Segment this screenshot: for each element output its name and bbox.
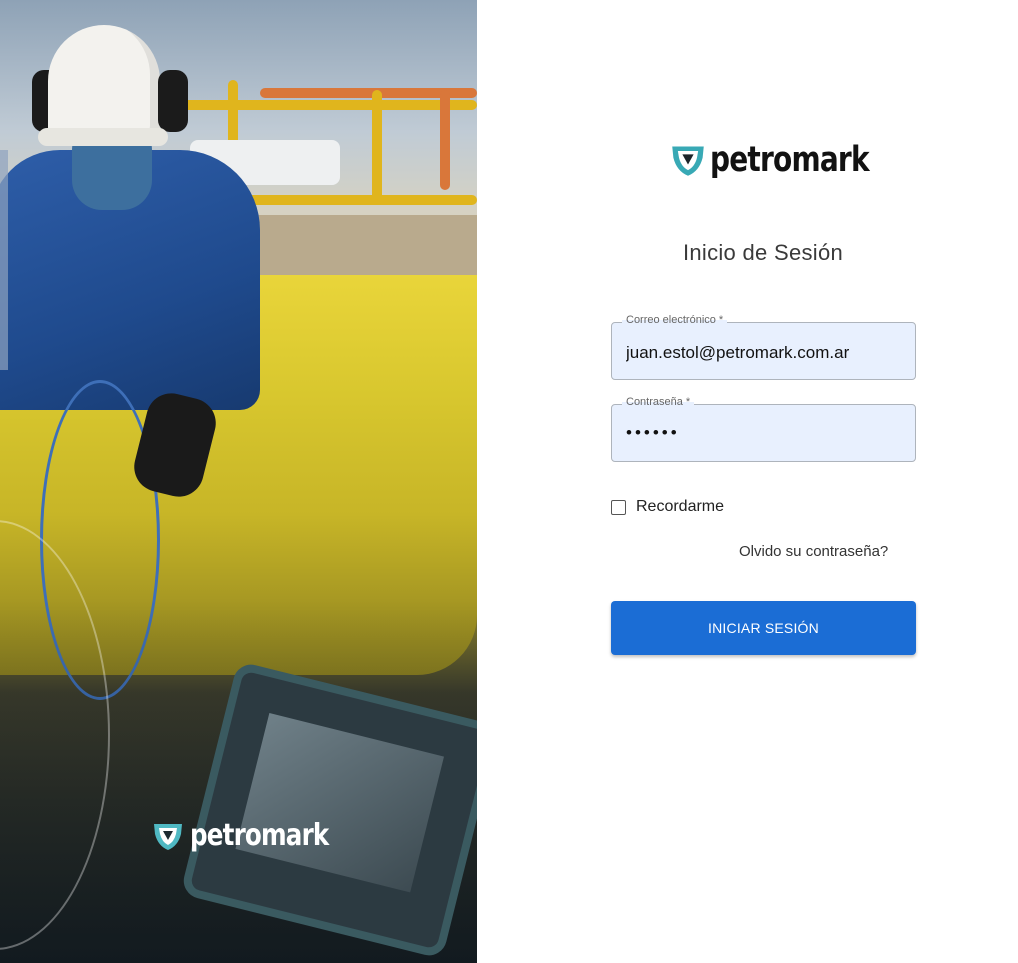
hero-earmuff <box>158 70 188 132</box>
login-panel: petromark Inicio de Sesión Correo electr… <box>477 0 1018 963</box>
hero-pipe <box>230 195 477 205</box>
password-input[interactable]: •••••• <box>626 423 906 443</box>
password-field[interactable]: Contraseña * •••••• <box>611 396 916 462</box>
hero-helmet-brim <box>38 128 168 146</box>
forgot-password-link[interactable]: Olvido su contraseña? <box>739 543 888 560</box>
hero-pipe <box>180 100 477 110</box>
hero-pipe <box>372 90 382 200</box>
email-field[interactable]: Correo electrónico * <box>611 314 916 380</box>
remember-me-label: Recordarme <box>636 498 725 515</box>
remember-me-checkbox[interactable]: Recordarme <box>611 498 724 516</box>
password-field-label: Contraseña * <box>622 396 695 408</box>
petromark-shield-logo-icon <box>672 146 704 176</box>
hero-worker-stripe <box>0 150 8 370</box>
checkbox-icon[interactable] <box>611 499 626 515</box>
email-field-label: Correo electrónico * <box>622 314 728 326</box>
petromark-shield-logo-icon <box>154 823 182 850</box>
hero-logo-text: petromark <box>190 818 329 853</box>
hero-helmet <box>48 25 160 145</box>
hero-device-screen <box>235 713 445 893</box>
hero-image-panel: petromark <box>0 0 477 963</box>
brand-logo-text: petromark <box>710 140 870 180</box>
page-title: Inicio de Sesión <box>682 240 844 265</box>
hero-logo: petromark <box>152 818 359 853</box>
brand-logo: petromark <box>670 140 908 180</box>
login-submit-button[interactable]: INICIAR SESIÓN <box>611 601 916 655</box>
hero-pipe <box>440 90 450 190</box>
email-input[interactable] <box>626 343 906 363</box>
